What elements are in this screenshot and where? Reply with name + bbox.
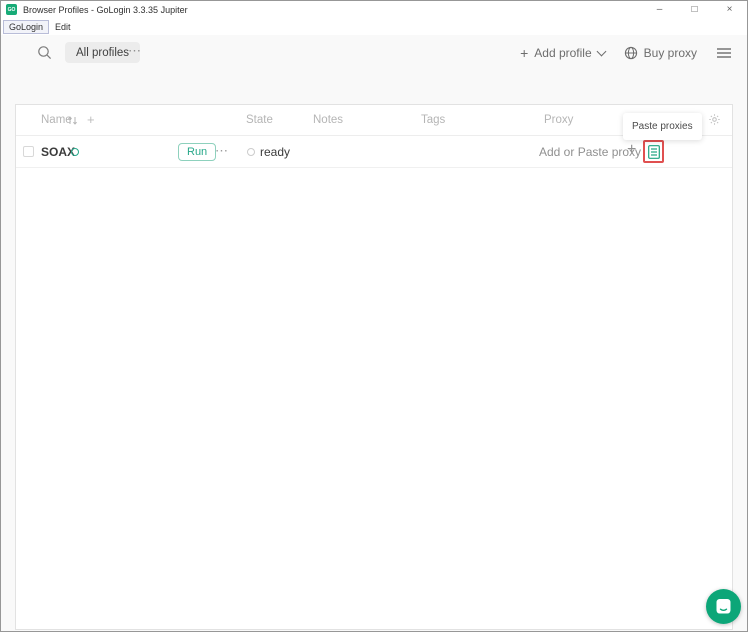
header-notes: Notes bbox=[313, 114, 344, 126]
close-button[interactable]: × bbox=[712, 1, 747, 18]
globe-icon bbox=[624, 46, 638, 60]
maximize-button[interactable]: □ bbox=[677, 1, 712, 18]
add-profile-label: Add profile bbox=[534, 46, 592, 60]
minimize-button[interactable]: – bbox=[642, 1, 677, 18]
gear-icon[interactable] bbox=[708, 113, 721, 126]
plus-icon: + bbox=[520, 45, 529, 61]
table-row: SOAX Run ⋯ ready Add or Paste proxy + bbox=[16, 136, 732, 168]
header-tags: Tags bbox=[421, 114, 446, 126]
menubar: GoLogin Edit bbox=[1, 18, 747, 35]
buy-proxy-label: Buy proxy bbox=[643, 46, 697, 60]
chat-launcher-button[interactable] bbox=[706, 589, 741, 624]
header-proxy: Proxy bbox=[544, 114, 574, 126]
sort-icon[interactable] bbox=[67, 115, 78, 126]
paste-proxies-icon[interactable] bbox=[647, 144, 660, 159]
add-column-icon[interactable]: + bbox=[87, 112, 95, 127]
app-logo-icon: GO bbox=[6, 4, 17, 15]
add-proxy-icon[interactable]: + bbox=[627, 142, 636, 158]
state-dot-icon bbox=[247, 148, 255, 156]
menu-edit[interactable]: Edit bbox=[49, 20, 77, 34]
window-controls: – □ × bbox=[642, 1, 747, 18]
app-window: GO Browser Profiles - GoLogin 3.3.35 Jup… bbox=[0, 0, 748, 632]
profile-name: SOAX bbox=[41, 145, 76, 159]
add-or-paste-proxy[interactable]: Add or Paste proxy bbox=[539, 145, 641, 159]
search-icon[interactable] bbox=[37, 45, 53, 61]
row-checkbox[interactable] bbox=[23, 146, 34, 157]
buy-proxy-button[interactable]: Buy proxy bbox=[624, 46, 697, 60]
state-label: ready bbox=[260, 145, 291, 159]
header-state: State bbox=[246, 114, 273, 126]
toolbar-right: + Add profile Buy proxy bbox=[520, 42, 732, 64]
titlebar: GO Browser Profiles - GoLogin 3.3.35 Jup… bbox=[1, 1, 747, 18]
chevron-down-icon bbox=[596, 46, 607, 57]
add-profile-button[interactable]: + Add profile bbox=[520, 45, 607, 61]
messenger-icon bbox=[714, 597, 733, 616]
row-more-icon[interactable]: ⋯ bbox=[215, 143, 229, 159]
menu-gologin[interactable]: GoLogin bbox=[3, 19, 50, 34]
paste-proxies-tooltip: Paste proxies bbox=[623, 113, 702, 140]
profiles-table: Name + State Notes Tags Proxy SOAX Run ⋯… bbox=[15, 104, 733, 630]
hamburger-menu-icon[interactable] bbox=[716, 46, 732, 60]
window-title: Browser Profiles - GoLogin 3.3.35 Jupite… bbox=[23, 4, 188, 15]
paste-proxy-highlight bbox=[643, 140, 664, 163]
run-button[interactable]: Run bbox=[178, 143, 217, 161]
profiles-more-icon[interactable]: ⋯ bbox=[128, 43, 142, 59]
sync-status-icon bbox=[71, 148, 79, 156]
